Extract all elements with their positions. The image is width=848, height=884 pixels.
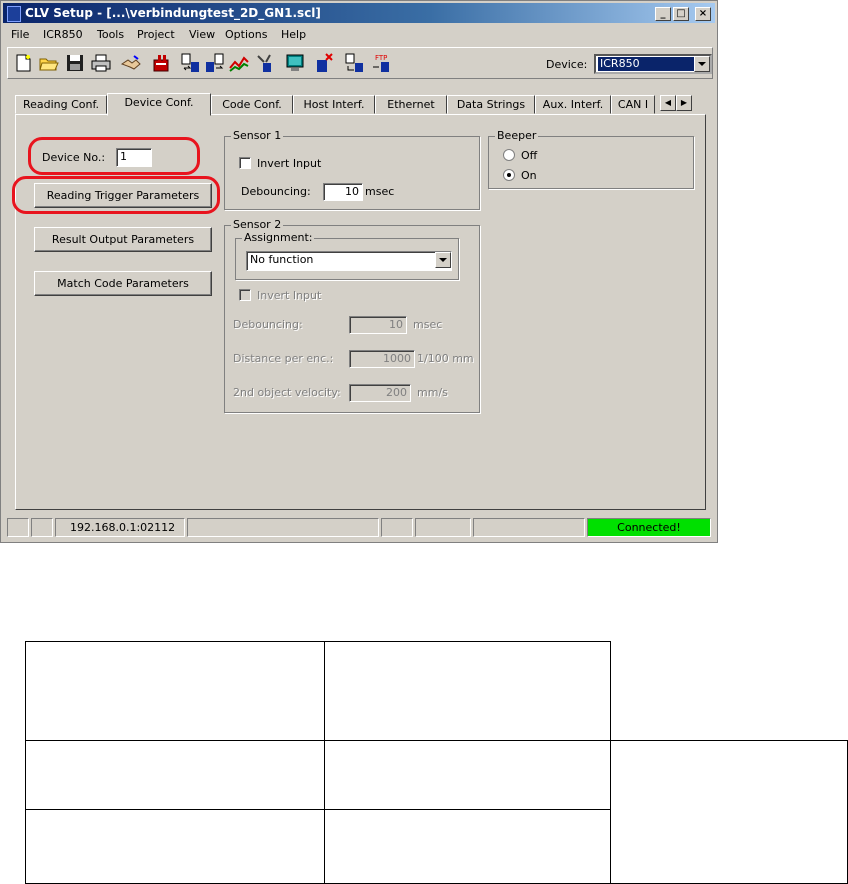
- object-velocity-label: 2nd object velocity:: [233, 386, 341, 399]
- reading-trigger-highlight: [12, 176, 220, 214]
- chevron-down-icon[interactable]: [435, 252, 451, 268]
- beeper-off-radio[interactable]: [503, 149, 515, 161]
- sensor2-invert-label: Invert Input: [257, 289, 322, 302]
- menu-view[interactable]: View: [189, 28, 215, 41]
- assignment-group: Assignment: No function: [235, 231, 459, 280]
- open-folder-icon[interactable]: [38, 52, 60, 74]
- table-cell: [25, 740, 325, 810]
- window-title: CLV Setup - [...\verbindungtest_2D_GN1.s…: [25, 6, 321, 20]
- sensor1-group: Sensor 1 Invert Input Debouncing: 10 mse…: [224, 129, 480, 210]
- tab-can[interactable]: CAN I: [611, 95, 655, 114]
- assignment-label: Assignment:: [242, 231, 315, 244]
- result-output-parameters-button[interactable]: Result Output Parameters: [34, 227, 212, 252]
- distance-per-enc-unit: 1/100 mm: [417, 352, 474, 365]
- ftp-icon[interactable]: FTP: [370, 52, 392, 74]
- beeper-off-label: Off: [521, 149, 538, 162]
- wrench-icon[interactable]: [254, 52, 276, 74]
- chart-icon[interactable]: [228, 52, 250, 74]
- status-pane-2: [31, 518, 53, 537]
- minimize-button[interactable]: _: [655, 7, 671, 21]
- assignment-select-value: No function: [250, 253, 314, 266]
- beeper-on-radio[interactable]: [503, 169, 515, 181]
- status-pane-4: [187, 518, 379, 537]
- handshake-icon[interactable]: [120, 52, 142, 74]
- status-pane-6: [415, 518, 471, 537]
- sensor2-title: Sensor 2: [231, 218, 284, 231]
- toolbar: FTP Device: ICR850: [7, 47, 713, 79]
- status-pane-7: [473, 518, 585, 537]
- match-code-parameters-button[interactable]: Match Code Parameters: [34, 271, 212, 296]
- table-cell: [324, 641, 611, 741]
- distance-per-enc-label: Distance per enc.:: [233, 352, 334, 365]
- print-icon[interactable]: [90, 52, 112, 74]
- new-file-icon[interactable]: [12, 52, 34, 74]
- app-icon: [7, 6, 21, 22]
- sensor2-debouncing-label: Debouncing:: [233, 318, 303, 331]
- object-velocity-unit: mm/s: [417, 386, 448, 399]
- device-no-highlight: [28, 137, 200, 175]
- tab-scroll-right-icon[interactable]: ▶: [676, 95, 692, 111]
- sensor1-debouncing-input[interactable]: 10: [323, 183, 363, 201]
- menu-file[interactable]: File: [11, 28, 29, 41]
- object-velocity-input[interactable]: 200: [349, 384, 411, 402]
- status-pane-1: [7, 518, 29, 537]
- sensor1-debouncing-unit: msec: [365, 185, 395, 198]
- sensor1-invert-checkbox[interactable]: [239, 157, 251, 169]
- chevron-down-icon[interactable]: [694, 56, 710, 72]
- status-connection: Connected!: [587, 518, 711, 537]
- tab-ethernet[interactable]: Ethernet: [375, 95, 447, 114]
- status-bar: 192.168.0.1:02112 Connected!: [7, 518, 713, 538]
- tab-reading-conf[interactable]: Reading Conf.: [15, 95, 107, 114]
- monitor-icon[interactable]: [284, 52, 306, 74]
- clv-setup-window: CLV Setup - [...\verbindungtest_2D_GN1.s…: [0, 0, 718, 543]
- tab-aux-interf[interactable]: Aux. Interf.: [535, 95, 611, 114]
- menu-icr850[interactable]: ICR850: [43, 28, 83, 41]
- assignment-select[interactable]: No function: [246, 251, 452, 271]
- transfer-icon[interactable]: [344, 52, 366, 74]
- download-icon[interactable]: [204, 52, 226, 74]
- table-cell: [324, 740, 611, 810]
- sensor2-debouncing-input[interactable]: 10: [349, 316, 407, 334]
- sensor2-group: Sensor 2 Assignment: No function Invert …: [224, 218, 480, 413]
- upload-icon[interactable]: [180, 52, 202, 74]
- device-label: Device:: [546, 58, 588, 71]
- device-select[interactable]: ICR850: [594, 54, 712, 74]
- table-cell: [25, 641, 325, 741]
- device-select-value: ICR850: [598, 57, 694, 71]
- table-cell: [610, 740, 848, 884]
- run-icon[interactable]: [314, 52, 336, 74]
- beeper-title: Beeper: [495, 129, 539, 142]
- beeper-group: Beeper Off On: [488, 129, 694, 189]
- maximize-button[interactable]: □: [673, 7, 689, 21]
- table-cell: [25, 809, 325, 884]
- device-conf-panel: Device No.: 1 Reading Trigger Parameters…: [12, 114, 706, 510]
- close-button[interactable]: ×: [695, 7, 711, 21]
- sensor1-debouncing-label: Debouncing:: [241, 185, 311, 198]
- sensor1-invert-label: Invert Input: [257, 157, 322, 170]
- menu-bar: File ICR850 Tools Project View Options H…: [3, 25, 715, 43]
- status-address: 192.168.0.1:02112: [55, 518, 185, 537]
- tab-host-interf[interactable]: Host Interf.: [293, 95, 375, 114]
- beeper-on-label: On: [521, 169, 537, 182]
- save-icon[interactable]: [64, 52, 86, 74]
- tab-code-conf[interactable]: Code Conf.: [211, 95, 293, 114]
- menu-tools[interactable]: Tools: [97, 28, 124, 41]
- device-config-icon[interactable]: [150, 52, 172, 74]
- tab-device-conf[interactable]: Device Conf.: [107, 93, 211, 116]
- tab-data-strings[interactable]: Data Strings: [447, 95, 535, 114]
- menu-project[interactable]: Project: [137, 28, 175, 41]
- distance-per-enc-input[interactable]: 1000: [349, 350, 415, 368]
- menu-help[interactable]: Help: [281, 28, 306, 41]
- table-cell: [324, 809, 611, 884]
- title-bar[interactable]: CLV Setup - [...\verbindungtest_2D_GN1.s…: [3, 3, 715, 23]
- sensor1-title: Sensor 1: [231, 129, 284, 142]
- menu-options[interactable]: Options: [225, 28, 267, 41]
- sensor2-invert-checkbox[interactable]: [239, 289, 251, 301]
- sensor2-debouncing-unit: msec: [413, 318, 443, 331]
- svg-text:FTP: FTP: [375, 54, 387, 62]
- status-pane-5: [381, 518, 413, 537]
- tab-strip: Reading Conf. Device Conf. Code Conf. Ho…: [15, 93, 705, 116]
- tab-scroll-left-icon[interactable]: ◀: [660, 95, 676, 111]
